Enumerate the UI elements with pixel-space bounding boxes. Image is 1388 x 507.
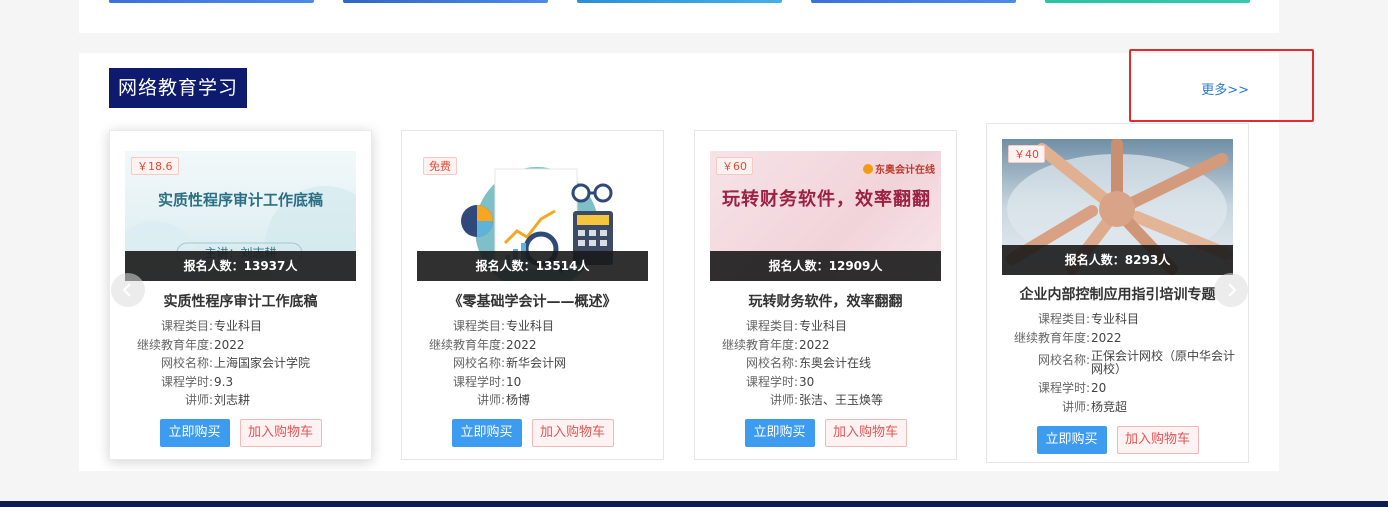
online-education-panel: 网络教育学习 更多>> ￥18.6 实质性程序审计工作底稿 主讲：刘志耕 报名人…: [79, 53, 1279, 471]
category-value: 专业科目: [1091, 312, 1140, 326]
hours-value: 10: [506, 374, 522, 389]
category-bar-1[interactable]: [109, 0, 314, 3]
school-value: 新华会计网: [506, 356, 567, 371]
hours-value: 9.3: [214, 374, 234, 389]
thumbnail-title: 实质性程序审计工作底稿: [157, 191, 323, 209]
school-label: 网校名称:: [452, 356, 505, 371]
teacher-label: 讲师:: [1061, 399, 1090, 414]
school-value: 东奥会计在线: [799, 356, 872, 371]
course-card[interactable]: ￥60 东奥会计在线 玩转财务软件，效率翻翻 报名人数：12909人 玩转财务软…: [694, 130, 957, 460]
thumbnail-title: 玩转财务软件，效率翻翻: [722, 189, 931, 210]
category-bar-3[interactable]: [577, 0, 782, 3]
teacher-label: 讲师:: [184, 393, 213, 408]
carousel-prev-button[interactable]: [111, 273, 145, 307]
hours-value: 20: [1091, 381, 1107, 396]
school-value: 上海国家会计学院: [214, 356, 311, 371]
add-to-cart-button[interactable]: 加入购物车: [531, 419, 614, 447]
buy-now-button[interactable]: 立即购买: [744, 419, 815, 447]
year-label: 继续教育年度:: [1013, 330, 1090, 345]
brand-logo: 东奥会计在线: [863, 161, 935, 176]
buy-now-button[interactable]: 立即购买: [159, 419, 230, 447]
course-thumbnail[interactable]: 免费 报名人数：13514人: [417, 151, 648, 281]
category-value: 专业科目: [214, 319, 263, 333]
hours-label: 课程学时:: [160, 374, 213, 389]
price-tag: 免费: [423, 157, 457, 175]
school-label: 网校名称:: [1037, 353, 1090, 368]
category-bar-2[interactable]: [343, 0, 548, 3]
chevron-left-icon: [122, 283, 131, 297]
school-label: 网校名称:: [160, 356, 213, 371]
teacher-value: 杨博: [506, 393, 531, 408]
chevron-right-icon: [1228, 283, 1237, 297]
footer-bar: [0, 501, 1388, 507]
brand-name: 东奥会计在线: [875, 165, 935, 176]
year-label: 继续教育年度:: [721, 337, 798, 352]
course-thumbnail[interactable]: ￥60 东奥会计在线 玩转财务软件，效率翻翻 报名人数：12909人: [710, 151, 941, 281]
price-tag: ￥18.6: [131, 157, 179, 175]
carousel-next-button[interactable]: [1214, 273, 1248, 307]
brand-icon: [863, 164, 873, 174]
enroll-count: 报名人数：8293人: [1002, 245, 1233, 275]
course-title[interactable]: 企业内部控制应用指引培训专题: [987, 284, 1248, 304]
year-value: 2022: [799, 337, 830, 352]
hours-label: 课程学时:: [745, 374, 798, 389]
price-tag: ￥60: [716, 157, 753, 175]
teacher-value: 杨竞超: [1091, 399, 1128, 414]
year-label: 继续教育年度:: [428, 337, 505, 352]
school-label: 网校名称:: [745, 356, 798, 371]
hours-value: 30: [799, 374, 815, 389]
course-thumbnail[interactable]: ￥18.6 实质性程序审计工作底稿 主讲：刘志耕 报名人数：13937人: [125, 151, 356, 281]
category-value: 专业科目: [799, 319, 848, 333]
year-value: 2022: [214, 337, 245, 352]
add-to-cart-button[interactable]: 加入购物车: [1116, 426, 1199, 454]
add-to-cart-button[interactable]: 加入购物车: [239, 419, 322, 447]
category-label: 课程类目:: [745, 319, 798, 333]
enroll-count: 报名人数：12909人: [710, 251, 941, 281]
school-value: 正保会计网校（原中华会计网校）: [1091, 349, 1236, 377]
year-value: 2022: [506, 337, 537, 352]
enroll-count: 报名人数：13514人: [417, 251, 648, 281]
section-title: 网络教育学习: [109, 68, 248, 108]
course-info: 课程类目: 专业科目 继续教育年度: 2022 网校名称: 正保会计网校（原中华会计网…: [987, 310, 1248, 416]
add-to-cart-button[interactable]: 加入购物车: [824, 419, 907, 447]
highlight-annotation-box: [1129, 49, 1314, 122]
course-card[interactable]: ￥40 报名人数：8293人 企业内部控制应用指引培训专题 课程类目: 专业科目 …: [986, 123, 1249, 463]
year-value: 2022: [1091, 330, 1122, 345]
course-title[interactable]: 《零基础学会计——概述》: [402, 291, 663, 311]
hours-label: 课程学时:: [1037, 381, 1090, 396]
category-label: 课程类目:: [452, 319, 505, 333]
hours-label: 课程学时:: [452, 374, 505, 389]
previous-section-strip: [79, 0, 1279, 33]
year-label: 继续教育年度:: [136, 337, 213, 352]
course-thumbnail[interactable]: ￥40 报名人数：8293人: [1002, 139, 1233, 275]
teacher-label: 讲师:: [476, 393, 505, 408]
course-card[interactable]: ￥18.6 实质性程序审计工作底稿 主讲：刘志耕 报名人数：13937人 实质性…: [109, 130, 372, 460]
category-bar-5[interactable]: [1045, 0, 1250, 3]
course-title[interactable]: 玩转财务软件，效率翻翻: [695, 291, 956, 311]
price-tag: ￥40: [1008, 145, 1045, 163]
enroll-count: 报名人数：13937人: [125, 251, 356, 281]
course-info: 课程类目: 专业科目 继续教育年度: 2022 网校名称: 新华会计网 课程学时: 10…: [402, 317, 663, 410]
teacher-value: 刘志耕: [214, 393, 251, 408]
category-value: 专业科目: [506, 319, 555, 333]
course-title[interactable]: 实质性程序审计工作底稿: [110, 291, 371, 311]
category-label: 课程类目:: [1037, 312, 1090, 326]
buy-now-button[interactable]: 立即购买: [451, 419, 522, 447]
course-info: 课程类目: 专业科目 继续教育年度: 2022 网校名称: 东奥会计在线 课程学时: 3…: [695, 317, 956, 410]
teacher-label: 讲师:: [769, 393, 798, 408]
teacher-value: 张洁、王玉焕等: [799, 393, 884, 408]
course-card[interactable]: 免费 报名人数：13514人 《零基础学会计——概述》 课程类目: 专业科目 继续…: [401, 130, 664, 460]
buy-now-button[interactable]: 立即购买: [1036, 426, 1107, 454]
course-info: 课程类目: 专业科目 继续教育年度: 2022 网校名称: 上海国家会计学院 课程学时…: [110, 317, 371, 410]
category-bar-4[interactable]: [811, 0, 1016, 3]
category-label: 课程类目:: [160, 319, 213, 333]
